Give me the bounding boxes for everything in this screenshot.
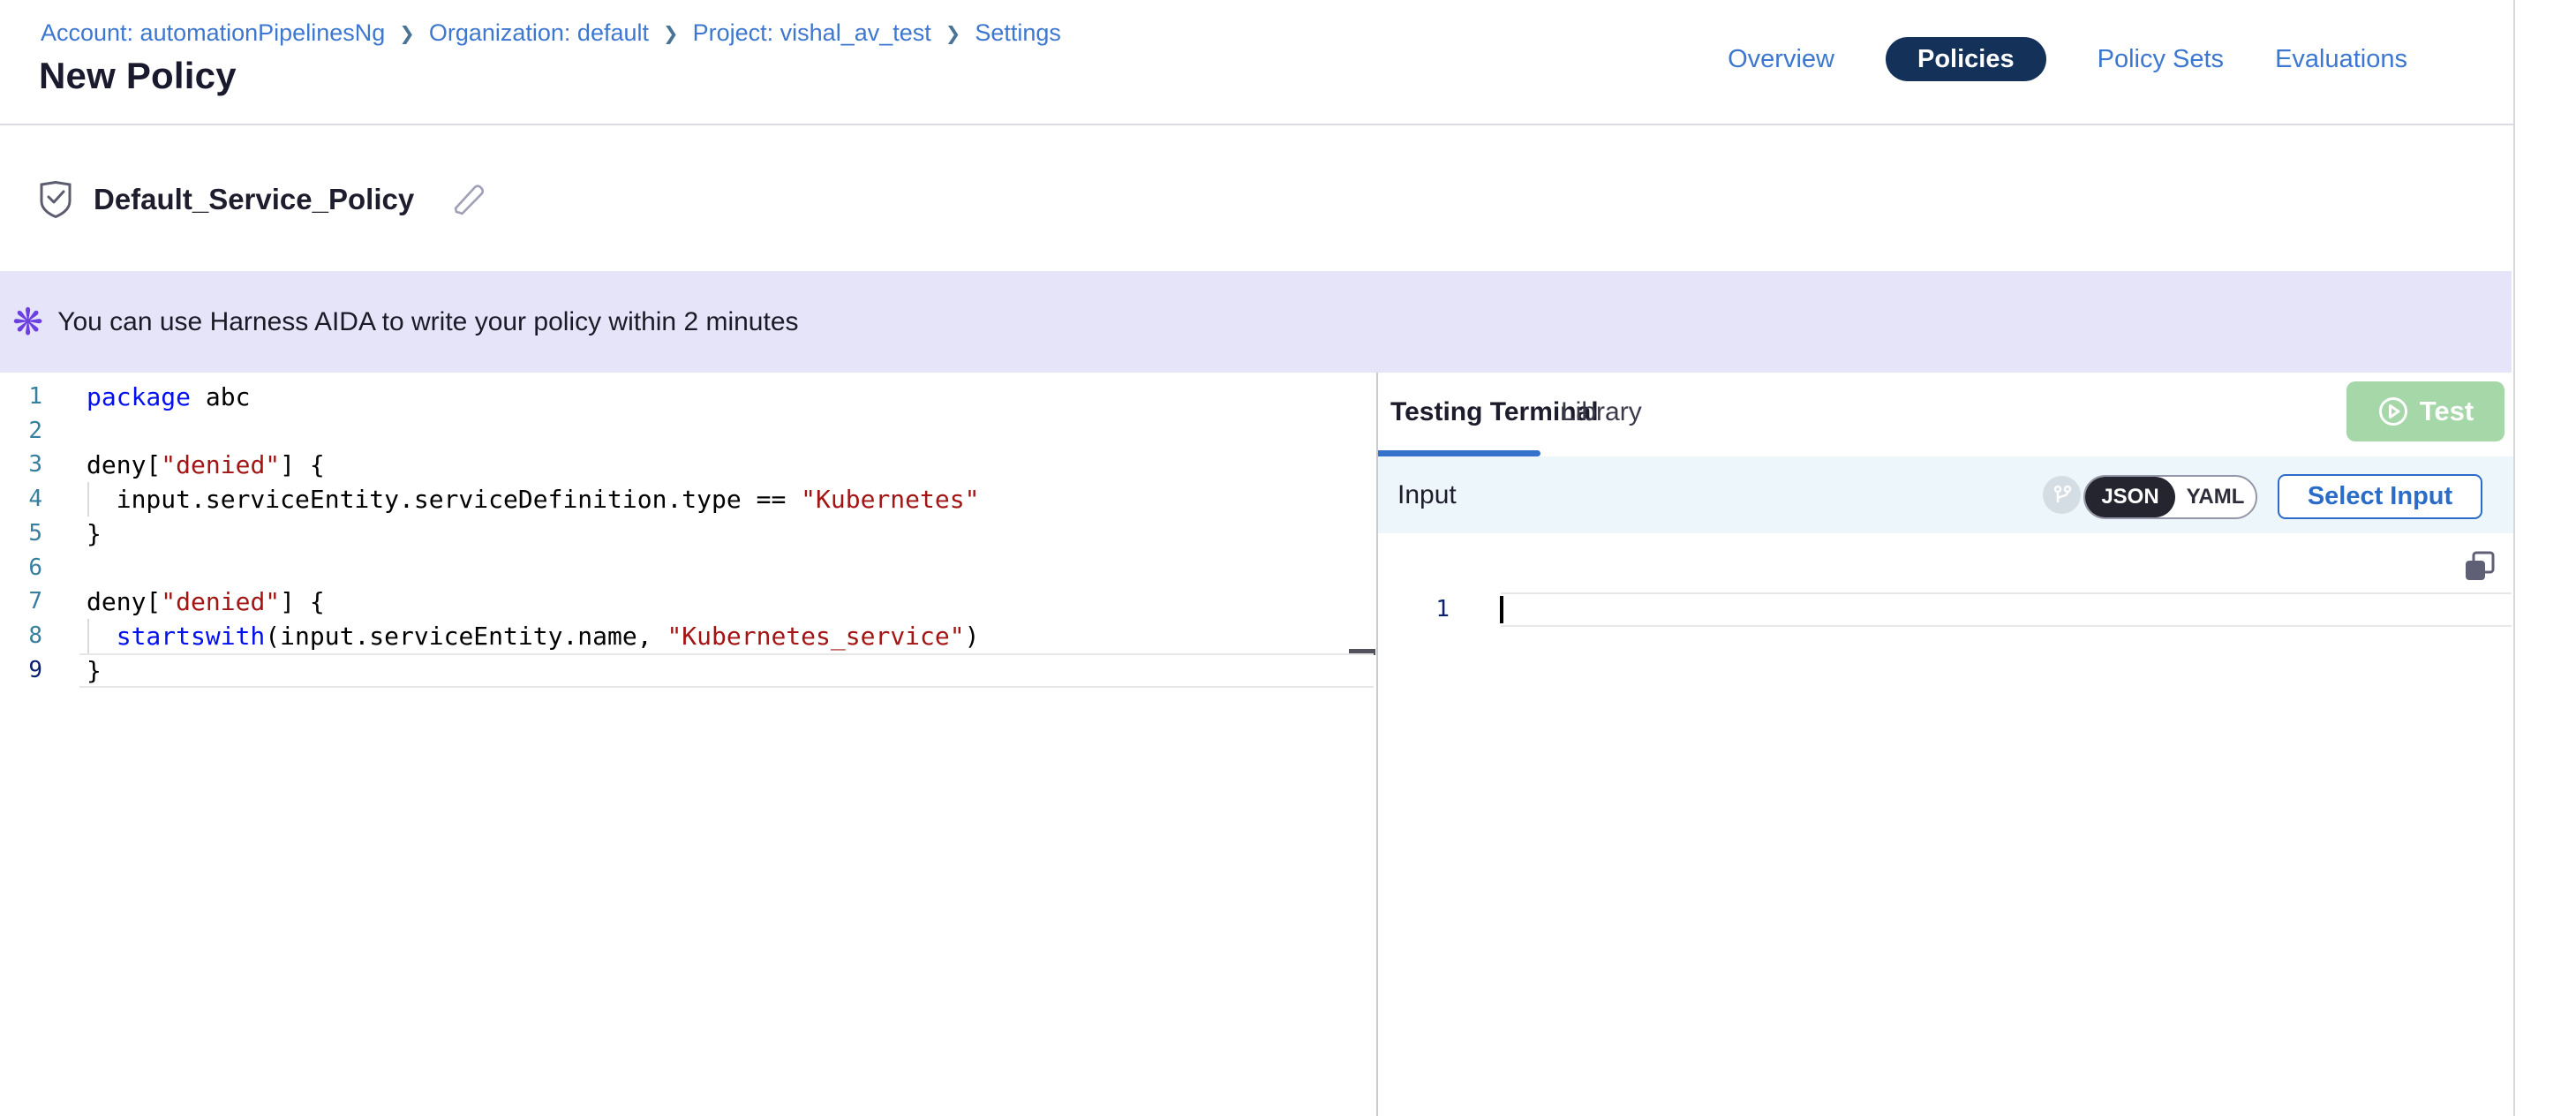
policy-name: Default_Service_Policy xyxy=(94,183,414,216)
page-title: New Policy xyxy=(39,55,237,97)
page-header: Account: automationPipelinesNg ❯ Organiz… xyxy=(0,0,2513,125)
copy-icon[interactable] xyxy=(2463,550,2497,588)
policy-toolbar: Default_Service_Policy Save Dis xyxy=(0,127,2513,271)
policy-code-editor[interactable]: 1package abc23deny["denied"] {4 input.se… xyxy=(0,373,1376,1116)
input-section-title: Input xyxy=(1397,456,1457,533)
code-text: deny["denied"] { xyxy=(87,448,325,482)
breadcrumb-account-link[interactable]: Account: automationPipelinesNg xyxy=(41,19,385,47)
aida-banner: ❋ You can use Harness AIDA to write your… xyxy=(0,271,2512,373)
play-circle-icon xyxy=(2377,396,2409,427)
line-number: 9 xyxy=(0,653,42,688)
tab-library[interactable]: Library xyxy=(1561,397,1642,427)
git-branch-icon xyxy=(2043,476,2081,514)
code-line-7[interactable]: 7 deny["denied"] { xyxy=(0,584,1376,619)
code-text: input.serviceEntity.serviceDefinition.ty… xyxy=(87,482,979,517)
code-line-9[interactable]: 9} xyxy=(0,653,1376,688)
code-line-3[interactable]: 3 deny["denied"] { xyxy=(0,448,1376,482)
top-nav: Overview Policies Policy Sets Evaluation… xyxy=(1728,37,2407,81)
toggle-option-json[interactable]: JSON xyxy=(2085,477,2175,517)
line-number: 8 xyxy=(0,619,42,653)
code-line-2[interactable]: 2 xyxy=(0,414,1376,449)
editor-area: 1package abc23deny["denied"] {4 input.se… xyxy=(0,373,2576,1116)
line-number: 4 xyxy=(0,482,42,517)
test-button-label: Test xyxy=(2420,396,2474,427)
code-text: startswith(input.serviceEntity.name, "Ku… xyxy=(87,619,979,653)
tab-policy-sets[interactable]: Policy Sets xyxy=(2098,45,2224,74)
test-button[interactable]: Test xyxy=(2346,381,2504,441)
line-number: 5 xyxy=(0,517,42,551)
active-tab-underline xyxy=(1378,450,1540,456)
line-number: 6 xyxy=(0,551,42,585)
testing-tabs-row: Testing Terminal Library Test xyxy=(1378,373,2513,456)
tab-evaluations[interactable]: Evaluations xyxy=(2275,45,2407,74)
line-number: 1 xyxy=(1378,592,1450,627)
tab-policies[interactable]: Policies xyxy=(1886,37,2046,81)
chevron-right-icon: ❯ xyxy=(399,21,415,45)
line-number: 7 xyxy=(0,584,42,619)
current-line-highlight xyxy=(79,653,1374,688)
breadcrumb-organization-link[interactable]: Organization: default xyxy=(429,19,649,47)
chevron-right-icon: ❯ xyxy=(663,21,679,45)
new-policy-page: Account: automationPipelinesNg ❯ Organiz… xyxy=(0,0,2576,1116)
code-text: package abc xyxy=(87,380,250,414)
code-line-6[interactable]: 6 xyxy=(0,551,1376,585)
test-input-editor[interactable]: 1 xyxy=(1378,533,2513,1116)
current-line-highlight xyxy=(1501,592,2512,627)
code-line-5[interactable]: 5} xyxy=(0,517,1376,551)
line-number: 3 xyxy=(0,448,42,482)
code-line-4[interactable]: 4 input.serviceEntity.serviceDefinition.… xyxy=(0,482,1376,517)
code-text: } xyxy=(87,517,102,551)
chevron-right-icon: ❯ xyxy=(945,21,961,45)
breadcrumb: Account: automationPipelinesNg ❯ Organiz… xyxy=(41,19,1061,47)
code-text: } xyxy=(87,653,102,688)
input-section-header: Input JSON YAML Select Input xyxy=(1378,456,2513,533)
breadcrumb-settings-link[interactable]: Settings xyxy=(975,19,1061,47)
json-yaml-toggle[interactable]: JSON YAML xyxy=(2083,475,2257,519)
code-line-1[interactable]: 1 package abc xyxy=(0,380,1376,414)
testing-panel: Testing Terminal Library Test Input xyxy=(1378,373,2513,1116)
code-line-8[interactable]: 8 startswith(input.serviceEntity.name, "… xyxy=(0,619,1376,653)
tab-overview[interactable]: Overview xyxy=(1728,45,1834,74)
toggle-option-yaml[interactable]: YAML xyxy=(2175,477,2256,517)
aida-banner-message: You can use Harness AIDA to write your p… xyxy=(57,307,798,337)
line-number: 2 xyxy=(0,414,42,449)
edit-pencil-icon[interactable] xyxy=(451,182,486,217)
select-input-button-label: Select Input xyxy=(2308,482,2452,511)
shield-check-icon xyxy=(39,181,72,218)
aida-flower-icon: ❋ xyxy=(12,304,43,341)
line-number: 1 xyxy=(0,380,42,414)
code-text: deny["denied"] { xyxy=(87,584,325,619)
breadcrumb-project-link[interactable]: Project: vishal_av_test xyxy=(693,19,931,47)
code-line-1[interactable]: 1 xyxy=(1378,592,2513,627)
page-right-border xyxy=(2513,0,2515,1116)
text-cursor xyxy=(1500,596,1503,623)
select-input-button[interactable]: Select Input xyxy=(2278,474,2482,519)
